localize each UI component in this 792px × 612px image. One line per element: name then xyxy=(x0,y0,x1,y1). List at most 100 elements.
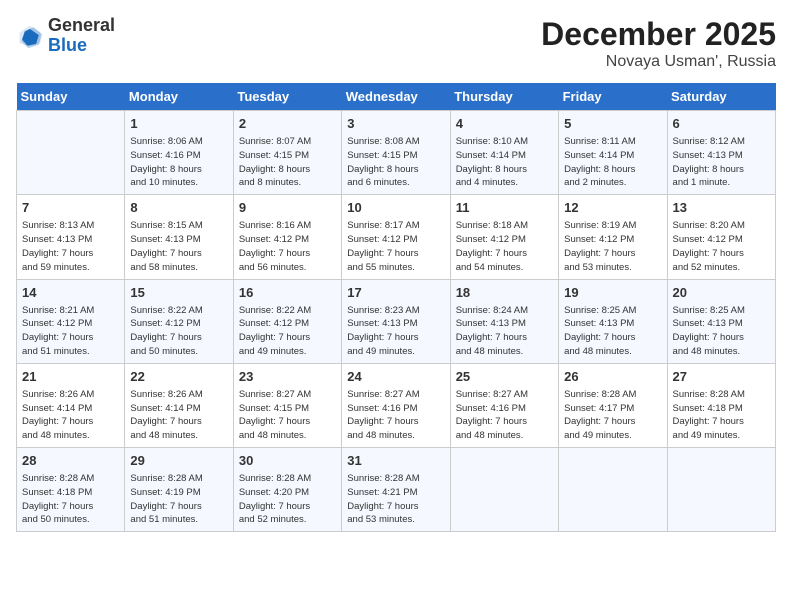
day-number: 30 xyxy=(239,452,336,470)
day-info: Sunrise: 8:26 AMSunset: 4:14 PMDaylight:… xyxy=(130,388,227,443)
day-number: 15 xyxy=(130,284,227,302)
calendar-cell: 29 Sunrise: 8:28 AMSunset: 4:19 PMDayligh… xyxy=(125,448,233,532)
calendar-cell: 30 Sunrise: 8:28 AMSunset: 4:20 PMDayligh… xyxy=(233,448,341,532)
day-info: Sunrise: 8:27 AMSunset: 4:15 PMDaylight:… xyxy=(239,388,336,443)
calendar-cell: 3Sunrise: 8:08 AMSunset: 4:15 PMDaylight… xyxy=(342,111,450,195)
day-info: Sunrise: 8:22 AMSunset: 4:12 PMDaylight:… xyxy=(239,304,336,359)
logo-text: General Blue xyxy=(48,16,115,56)
calendar-cell: 22 Sunrise: 8:26 AMSunset: 4:14 PMDayligh… xyxy=(125,363,233,447)
day-number: 13 xyxy=(673,199,770,217)
day-number: 17 xyxy=(347,284,444,302)
day-number: 4 xyxy=(456,115,553,133)
calendar-cell: 5 Sunrise: 8:11 AMSunset: 4:14 PMDaylight… xyxy=(559,111,667,195)
day-number: 6 xyxy=(673,115,770,133)
day-number: 27 xyxy=(673,368,770,386)
page-header: General Blue December 2025 Novaya Usman'… xyxy=(16,16,776,71)
day-info: Sunrise: 8:27 AMSunset: 4:16 PMDaylight:… xyxy=(347,388,444,443)
calendar-cell: 13 Sunrise: 8:20 AMSunset: 4:12 PMDayligh… xyxy=(667,195,775,279)
day-number: 12 xyxy=(564,199,661,217)
calendar-cell: 28 Sunrise: 8:28 AMSunset: 4:18 PMDayligh… xyxy=(17,448,125,532)
header-day-tuesday: Tuesday xyxy=(233,83,341,111)
day-number: 7 xyxy=(22,199,119,217)
day-number: 5 xyxy=(564,115,661,133)
day-info: Sunrise: 8:16 AMSunset: 4:12 PMDaylight:… xyxy=(239,219,336,274)
day-info: Sunrise: 8:07 AMSunset: 4:15 PMDaylight:… xyxy=(239,135,336,190)
day-info: Sunrise: 8:28 AMSunset: 4:18 PMDaylight:… xyxy=(673,388,770,443)
day-number: 24 xyxy=(347,368,444,386)
calendar-cell: 25Sunrise: 8:27 AMSunset: 4:16 PMDayligh… xyxy=(450,363,558,447)
calendar-table: SundayMondayTuesdayWednesdayThursdayFrid… xyxy=(16,83,776,532)
day-number: 11 xyxy=(456,199,553,217)
calendar-cell xyxy=(559,448,667,532)
day-number: 3 xyxy=(347,115,444,133)
day-info: Sunrise: 8:06 AMSunset: 4:16 PMDaylight:… xyxy=(130,135,227,190)
day-number: 22 xyxy=(130,368,227,386)
calendar-cell: 2 Sunrise: 8:07 AMSunset: 4:15 PMDaylight… xyxy=(233,111,341,195)
day-info: Sunrise: 8:11 AMSunset: 4:14 PMDaylight:… xyxy=(564,135,661,190)
location-subtitle: Novaya Usman', Russia xyxy=(541,53,776,71)
calendar-cell: 16 Sunrise: 8:22 AMSunset: 4:12 PMDayligh… xyxy=(233,279,341,363)
calendar-cell: 4 Sunrise: 8:10 AMSunset: 4:14 PMDaylight… xyxy=(450,111,558,195)
day-info: Sunrise: 8:28 AMSunset: 4:18 PMDaylight:… xyxy=(22,472,119,527)
header-day-wednesday: Wednesday xyxy=(342,83,450,111)
header-day-monday: Monday xyxy=(125,83,233,111)
calendar-cell: 6 Sunrise: 8:12 AMSunset: 4:13 PMDaylight… xyxy=(667,111,775,195)
day-info: Sunrise: 8:28 AMSunset: 4:20 PMDaylight:… xyxy=(239,472,336,527)
day-number: 16 xyxy=(239,284,336,302)
day-number: 28 xyxy=(22,452,119,470)
day-info: Sunrise: 8:28 AMSunset: 4:17 PMDaylight:… xyxy=(564,388,661,443)
calendar-cell: 27 Sunrise: 8:28 AMSunset: 4:18 PMDayligh… xyxy=(667,363,775,447)
calendar-cell xyxy=(450,448,558,532)
day-info: Sunrise: 8:24 AMSunset: 4:13 PMDaylight:… xyxy=(456,304,553,359)
day-number: 10 xyxy=(347,199,444,217)
header-day-sunday: Sunday xyxy=(17,83,125,111)
header-day-saturday: Saturday xyxy=(667,83,775,111)
day-number: 2 xyxy=(239,115,336,133)
calendar-cell: 24 Sunrise: 8:27 AMSunset: 4:16 PMDayligh… xyxy=(342,363,450,447)
day-number: 20 xyxy=(673,284,770,302)
calendar-week-row: 28 Sunrise: 8:28 AMSunset: 4:18 PMDayligh… xyxy=(17,448,776,532)
day-info: Sunrise: 8:10 AMSunset: 4:14 PMDaylight:… xyxy=(456,135,553,190)
day-info: Sunrise: 8:28 AMSunset: 4:21 PMDaylight:… xyxy=(347,472,444,527)
title-block: December 2025 Novaya Usman', Russia xyxy=(541,16,776,71)
day-info: Sunrise: 8:12 AMSunset: 4:13 PMDaylight:… xyxy=(673,135,770,190)
day-info: Sunrise: 8:20 AMSunset: 4:12 PMDaylight:… xyxy=(673,219,770,274)
calendar-cell: 26Sunrise: 8:28 AMSunset: 4:17 PMDayligh… xyxy=(559,363,667,447)
day-info: Sunrise: 8:18 AMSunset: 4:12 PMDaylight:… xyxy=(456,219,553,274)
calendar-cell: 17 Sunrise: 8:23 AMSunset: 4:13 PMDayligh… xyxy=(342,279,450,363)
day-number: 14 xyxy=(22,284,119,302)
day-info: Sunrise: 8:28 AMSunset: 4:19 PMDaylight:… xyxy=(130,472,227,527)
calendar-cell: 14Sunrise: 8:21 AMSunset: 4:12 PMDayligh… xyxy=(17,279,125,363)
day-number: 25 xyxy=(456,368,553,386)
calendar-week-row: 21 Sunrise: 8:26 AMSunset: 4:14 PMDayligh… xyxy=(17,363,776,447)
header-day-thursday: Thursday xyxy=(450,83,558,111)
day-info: Sunrise: 8:13 AMSunset: 4:13 PMDaylight:… xyxy=(22,219,119,274)
calendar-cell: 9 Sunrise: 8:16 AMSunset: 4:12 PMDaylight… xyxy=(233,195,341,279)
calendar-cell: 23Sunrise: 8:27 AMSunset: 4:15 PMDayligh… xyxy=(233,363,341,447)
header-day-friday: Friday xyxy=(559,83,667,111)
calendar-cell: 15 Sunrise: 8:22 AMSunset: 4:12 PMDayligh… xyxy=(125,279,233,363)
day-info: Sunrise: 8:26 AMSunset: 4:14 PMDaylight:… xyxy=(22,388,119,443)
day-info: Sunrise: 8:25 AMSunset: 4:13 PMDaylight:… xyxy=(673,304,770,359)
day-info: Sunrise: 8:22 AMSunset: 4:12 PMDaylight:… xyxy=(130,304,227,359)
month-year-title: December 2025 xyxy=(541,16,776,53)
calendar-cell: 20 Sunrise: 8:25 AMSunset: 4:13 PMDayligh… xyxy=(667,279,775,363)
calendar-week-row: 1 Sunrise: 8:06 AMSunset: 4:16 PMDaylight… xyxy=(17,111,776,195)
logo-icon xyxy=(16,22,44,50)
day-info: Sunrise: 8:23 AMSunset: 4:13 PMDaylight:… xyxy=(347,304,444,359)
day-number: 1 xyxy=(130,115,227,133)
day-number: 21 xyxy=(22,368,119,386)
day-info: Sunrise: 8:15 AMSunset: 4:13 PMDaylight:… xyxy=(130,219,227,274)
calendar-cell: 21 Sunrise: 8:26 AMSunset: 4:14 PMDayligh… xyxy=(17,363,125,447)
day-number: 29 xyxy=(130,452,227,470)
day-number: 19 xyxy=(564,284,661,302)
calendar-week-row: 14Sunrise: 8:21 AMSunset: 4:12 PMDayligh… xyxy=(17,279,776,363)
calendar-cell: 19Sunrise: 8:25 AMSunset: 4:13 PMDayligh… xyxy=(559,279,667,363)
logo: General Blue xyxy=(16,16,115,56)
day-info: Sunrise: 8:19 AMSunset: 4:12 PMDaylight:… xyxy=(564,219,661,274)
day-number: 9 xyxy=(239,199,336,217)
calendar-header: SundayMondayTuesdayWednesdayThursdayFrid… xyxy=(17,83,776,111)
calendar-cell: 7 Sunrise: 8:13 AMSunset: 4:13 PMDaylight… xyxy=(17,195,125,279)
calendar-cell: 18Sunrise: 8:24 AMSunset: 4:13 PMDayligh… xyxy=(450,279,558,363)
calendar-cell: 12 Sunrise: 8:19 AMSunset: 4:12 PMDayligh… xyxy=(559,195,667,279)
